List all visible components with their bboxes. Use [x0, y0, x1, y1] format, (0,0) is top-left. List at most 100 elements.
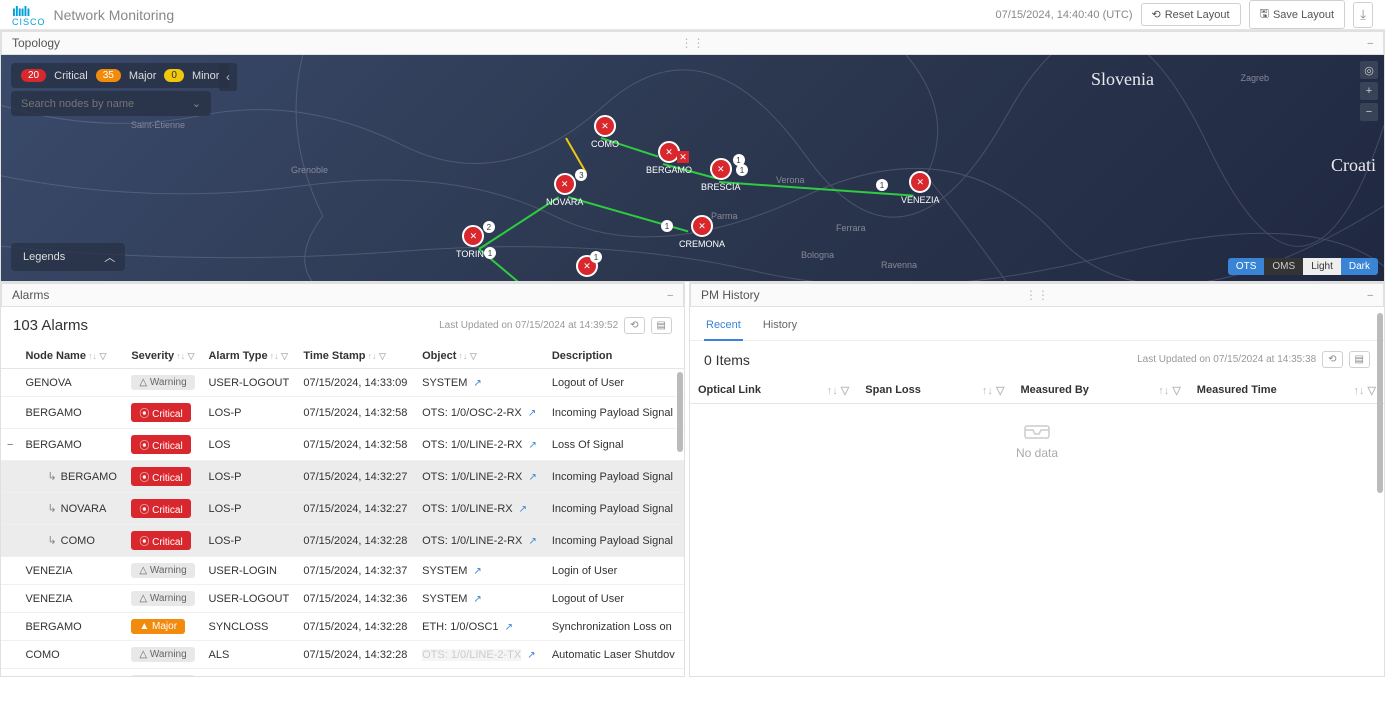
external-link-icon[interactable]: ↗	[473, 378, 481, 389]
cell-time: 07/15/2024, 14:32:27	[297, 669, 416, 677]
external-link-icon[interactable]: ↗	[528, 472, 536, 483]
expand-toggle[interactable]: +	[1, 669, 19, 677]
refresh-button[interactable]: ⟲	[1322, 351, 1342, 368]
scrollbar-thumb[interactable]	[677, 372, 683, 452]
topology-node-como[interactable]: ✕COMO	[591, 115, 619, 149]
external-link-icon[interactable]: ↗	[528, 536, 536, 547]
link-badge: 1	[736, 164, 748, 176]
col-span-loss[interactable]: Span Loss↑↓ ▽	[857, 378, 1012, 404]
external-link-icon[interactable]: ↗	[528, 440, 536, 451]
child-arrow-icon: ↳	[47, 471, 56, 483]
topology-panel-header[interactable]: Topology ⋮⋮ –	[1, 31, 1384, 55]
cell-node-name: ↳COMO	[19, 525, 125, 557]
col-measured-by[interactable]: Measured By↑↓ ▽	[1012, 378, 1188, 404]
no-data-label: No data	[1016, 446, 1058, 460]
cell-time: 07/15/2024, 14:32:36	[297, 585, 416, 613]
link-badge: 1	[661, 220, 673, 232]
chevron-down-icon[interactable]: ⌄	[192, 97, 201, 110]
tab-history[interactable]: History	[761, 315, 799, 340]
refresh-button[interactable]: ⟲	[624, 317, 644, 334]
pm-title-row: 0 Items Last Updated on 07/15/2024 at 14…	[690, 341, 1384, 378]
layer-oms[interactable]: OMS	[1264, 258, 1303, 275]
link-break-icon[interactable]: ✕	[677, 151, 689, 163]
alarms-panel-header[interactable]: Alarms –	[1, 283, 684, 307]
chevron-up-icon: ︿	[104, 249, 115, 265]
tab-recent[interactable]: Recent	[704, 315, 743, 341]
cell-object: OTS: 1/0/LINE-2-RX ↗	[416, 461, 546, 493]
cell-node-name: GENOVA	[19, 369, 125, 397]
cell-severity: ⦿ Critical	[125, 493, 202, 525]
col-optical-link[interactable]: Optical Link↑↓ ▽	[690, 378, 857, 404]
alarms-table-scroll[interactable]: Node Name↑↓ ▽ Severity↑↓ ▽ Alarm Type↑↓ …	[1, 344, 684, 676]
topology-node[interactable]: ✕1	[576, 255, 598, 277]
table-row[interactable]: ↳BERGAMO⦿ CriticalLOS-P07/15/2024, 14:32…	[1, 461, 684, 493]
cell-severity: △ Warning	[125, 669, 202, 677]
pm-last-updated: Last Updated on 07/15/2024 at 14:35:38	[1137, 354, 1316, 365]
col-severity[interactable]: Severity↑↓ ▽	[125, 344, 202, 369]
layer-dark[interactable]: Dark	[1341, 258, 1378, 275]
topology-node-brescia[interactable]: ✕1BRESCIA	[701, 158, 741, 192]
external-link-icon[interactable]: ↗	[473, 566, 481, 577]
col-time-stamp[interactable]: Time Stamp↑↓ ▽	[297, 344, 416, 369]
save-layout-button[interactable]: 🖫Save Layout	[1249, 0, 1346, 29]
scrollbar-thumb[interactable]	[1377, 313, 1383, 493]
node-search-box[interactable]: ⌄	[11, 91, 211, 116]
map-target-button[interactable]: ◎	[1360, 61, 1378, 79]
topology-node-novara[interactable]: ✕3NOVARA	[546, 173, 583, 207]
layer-light[interactable]: Light	[1303, 258, 1341, 275]
table-row[interactable]: VENEZIA△ WarningUSER-LOGOUT07/15/2024, 1…	[1, 585, 684, 613]
cell-description: Logout of User	[546, 369, 684, 397]
header-timestamp: 07/15/2024, 14:40:40 (UTC)	[996, 9, 1133, 21]
collapse-icon[interactable]: –	[1367, 290, 1373, 301]
external-link-icon[interactable]: ↗	[527, 650, 535, 661]
save-icon: 🖫	[1260, 5, 1269, 24]
topology-node-cremona[interactable]: ✕CREMONA	[679, 215, 725, 249]
settings-button[interactable]: ▤	[651, 317, 672, 334]
pm-panel-header[interactable]: PM History ⋮⋮ –	[690, 283, 1384, 307]
node-search-input[interactable]	[21, 98, 184, 110]
topology-map[interactable]: 20 Critical 35 Major 0 Minor ⌄ ‹ Sloveni…	[1, 55, 1384, 281]
col-object[interactable]: Object↑↓ ▽	[416, 344, 546, 369]
table-row[interactable]: GENOVA△ WarningUSER-LOGOUT07/15/2024, 14…	[1, 369, 684, 397]
table-row[interactable]: COMO△ WarningALS07/15/2024, 14:32:28OTS:…	[1, 641, 684, 669]
collapse-icon[interactable]: –	[1367, 38, 1373, 49]
cell-time: 07/15/2024, 14:32:27	[297, 461, 416, 493]
collapse-icon[interactable]: –	[667, 290, 673, 301]
settings-button[interactable]: ▤	[1349, 351, 1370, 368]
drag-handle-icon[interactable]: ⋮⋮	[1025, 288, 1049, 302]
cell-description: Incoming Payload Signal	[546, 525, 684, 557]
expand-toggle[interactable]: −	[1, 429, 19, 461]
cell-time: 07/15/2024, 14:33:09	[297, 369, 416, 397]
col-node-name[interactable]: Node Name↑↓ ▽	[19, 344, 125, 369]
legends-toggle[interactable]: Legends ︿	[11, 243, 125, 271]
external-link-icon[interactable]: ↗	[519, 504, 527, 515]
cell-node-name: VENEZIA	[19, 585, 125, 613]
col-alarm-type[interactable]: Alarm Type↑↓ ▽	[202, 344, 297, 369]
table-row[interactable]: ↳COMO⦿ CriticalLOS-P07/15/2024, 14:32:28…	[1, 525, 684, 557]
reset-layout-button[interactable]: ⟲Reset Layout	[1141, 3, 1241, 26]
table-row[interactable]: BERGAMO⦿ CriticalLOS-P07/15/2024, 14:32:…	[1, 397, 684, 429]
external-link-icon[interactable]: ↗	[473, 594, 481, 605]
table-row[interactable]: +BERGAMO△ WarningALS07/15/2024, 14:32:27…	[1, 669, 684, 677]
external-link-icon[interactable]: ↗	[505, 622, 513, 633]
layer-ots[interactable]: OTS	[1228, 258, 1265, 275]
panel-title: Alarms	[12, 288, 49, 302]
external-link-icon[interactable]: ↗	[528, 408, 536, 419]
alarms-last-updated: Last Updated on 07/15/2024 at 14:39:52	[439, 320, 618, 331]
table-row[interactable]: −BERGAMO⦿ CriticalLOS07/15/2024, 14:32:5…	[1, 429, 684, 461]
cell-type: LOS-P	[202, 525, 297, 557]
map-zoom-out-button[interactable]: −	[1360, 103, 1378, 121]
table-row[interactable]: VENEZIA△ WarningUSER-LOGIN07/15/2024, 14…	[1, 557, 684, 585]
major-label: Major	[129, 70, 157, 82]
drag-handle-icon[interactable]: ⋮⋮	[681, 36, 705, 50]
topology-node-venezia[interactable]: ✕VENEZIA	[901, 171, 940, 205]
col-measured-time[interactable]: Measured Time↑↓ ▽	[1189, 378, 1384, 404]
map-zoom-in-button[interactable]: +	[1360, 82, 1378, 100]
table-row[interactable]: BERGAMO▲ MajorSYNCLOSS07/15/2024, 14:32:…	[1, 613, 684, 641]
cell-description: Incoming Payload Signal	[546, 493, 684, 525]
col-description[interactable]: Description	[546, 344, 684, 369]
cell-node-name: BERGAMO	[19, 613, 125, 641]
sidebar-collapse-button[interactable]: ‹	[219, 63, 237, 91]
table-row[interactable]: ↳NOVARA⦿ CriticalLOS-P07/15/2024, 14:32:…	[1, 493, 684, 525]
download-button[interactable]: ⤓	[1353, 2, 1373, 28]
